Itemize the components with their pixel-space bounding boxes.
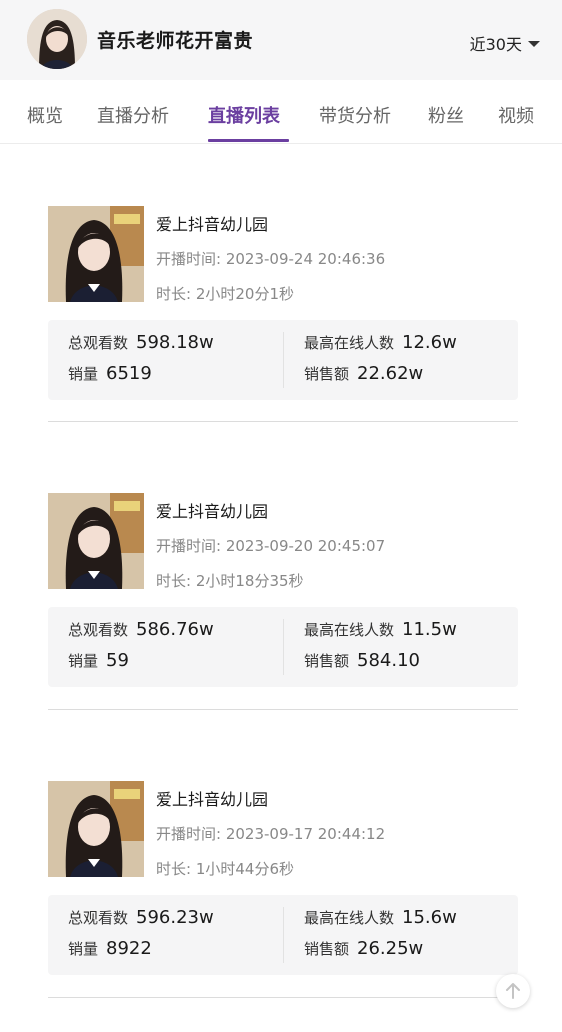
stat-views-value: 586.76w: [136, 619, 214, 640]
stat-sales-label: 销量: [68, 940, 99, 958]
profile-avatar[interactable]: [27, 9, 87, 69]
stat-peak: 最高在线人数 12.6w: [304, 332, 457, 353]
tab-live-analysis[interactable]: 直播分析: [97, 102, 169, 128]
stream-thumbnail: [48, 493, 144, 589]
stat-revenue-label: 销售额: [304, 365, 350, 383]
arrow-up-icon: [506, 983, 520, 999]
stream-start-time: 开播时间: 2023-09-24 20:46:36: [156, 250, 386, 268]
stream-start-time: 开播时间: 2023-09-20 20:45:07: [156, 537, 386, 555]
stream-duration: 时长: 2小时20分1秒: [156, 285, 294, 303]
tab-fans[interactable]: 粉丝: [428, 102, 464, 128]
stat-views-value: 598.18w: [136, 332, 214, 353]
stream-thumbnail-icon: [48, 781, 144, 877]
stat-views-label: 总观看数: [68, 334, 129, 352]
stream-start-time: 开播时间: 2023-09-17 20:44:12: [156, 825, 386, 843]
stat-sales: 销量 6519: [68, 363, 152, 384]
stream-thumbnail-icon: [48, 206, 144, 302]
stat-revenue-value: 584.10: [357, 650, 420, 671]
profile-header: 音乐老师花开富贵 近30天: [0, 0, 562, 80]
stream-thumbnail: [48, 206, 144, 302]
stat-peak-value: 11.5w: [402, 619, 457, 640]
stat-peak-value: 12.6w: [402, 332, 457, 353]
stream-thumbnail-icon: [48, 493, 144, 589]
stat-revenue: 销售额 584.10: [304, 650, 420, 671]
stat-peak: 最高在线人数 15.6w: [304, 907, 457, 928]
stream-card[interactable]: 爱上抖音幼儿园 开播时间: 2023-09-20 20:45:07 时长: 2小…: [48, 493, 518, 710]
tab-live-list[interactable]: 直播列表: [208, 102, 280, 128]
card-separator: [48, 997, 518, 998]
stats-divider: [283, 332, 284, 388]
stat-sales-value: 8922: [106, 938, 152, 959]
stat-views: 总观看数 586.76w: [68, 619, 214, 640]
tab-sales-analysis[interactable]: 带货分析: [319, 102, 391, 128]
stat-revenue-value: 22.62w: [357, 363, 424, 384]
card-separator: [48, 709, 518, 710]
stream-card[interactable]: 爱上抖音幼儿园 开播时间: 2023-09-24 20:46:36 时长: 2小…: [48, 206, 518, 422]
stat-peak-label: 最高在线人数: [304, 909, 395, 927]
stat-revenue-value: 26.25w: [357, 938, 424, 959]
stat-sales-label: 销量: [68, 652, 99, 670]
stat-revenue-label: 销售额: [304, 652, 350, 670]
stream-stats: 总观看数 596.23w 最高在线人数 15.6w 销量 8922 销售额 26.25w: [48, 895, 518, 975]
stat-peak: 最高在线人数 11.5w: [304, 619, 457, 640]
stream-duration: 时长: 2小时18分35秒: [156, 572, 304, 590]
tab-bar: 概览 直播分析 直播列表 带货分析 粉丝 视频: [0, 80, 562, 144]
stat-sales-value: 6519: [106, 363, 152, 384]
stat-peak-value: 15.6w: [402, 907, 457, 928]
stat-revenue: 销售额 26.25w: [304, 938, 423, 959]
stat-views-value: 596.23w: [136, 907, 214, 928]
stats-divider: [283, 907, 284, 963]
stat-sales: 销量 8922: [68, 938, 152, 959]
avatar-portrait-icon: [27, 9, 87, 69]
card-separator: [48, 421, 518, 422]
date-range-dropdown[interactable]: 近30天: [470, 31, 540, 55]
stat-peak-label: 最高在线人数: [304, 334, 395, 352]
chevron-down-icon: [528, 41, 540, 47]
stream-title: 爱上抖音幼儿园: [156, 502, 269, 521]
stat-views-label: 总观看数: [68, 909, 129, 927]
stat-sales-label: 销量: [68, 365, 99, 383]
stream-title: 爱上抖音幼儿园: [156, 215, 269, 234]
stat-revenue: 销售额 22.62w: [304, 363, 423, 384]
stat-revenue-label: 销售额: [304, 940, 350, 958]
stat-sales-value: 59: [106, 650, 129, 671]
stat-views: 总观看数 596.23w: [68, 907, 214, 928]
stat-peak-label: 最高在线人数: [304, 621, 395, 639]
stats-divider: [283, 619, 284, 675]
stat-views-label: 总观看数: [68, 621, 129, 639]
stat-views: 总观看数 598.18w: [68, 332, 214, 353]
tab-videos[interactable]: 视频: [498, 102, 534, 128]
profile-name: 音乐老师花开富贵: [97, 30, 254, 52]
stream-thumbnail: [48, 781, 144, 877]
stream-card[interactable]: 爱上抖音幼儿园 开播时间: 2023-09-17 20:44:12 时长: 1小…: [48, 781, 518, 998]
stream-stats: 总观看数 586.76w 最高在线人数 11.5w 销量 59 销售额 584.10: [48, 607, 518, 687]
stream-stats: 总观看数 598.18w 最高在线人数 12.6w 销量 6519 销售额 22.62w: [48, 320, 518, 400]
stream-duration: 时长: 1小时44分6秒: [156, 860, 294, 878]
scroll-to-top-button[interactable]: [496, 974, 530, 1008]
date-range-label: 近30天: [469, 35, 522, 54]
active-tab-indicator: [208, 139, 289, 142]
stream-title: 爱上抖音幼儿园: [156, 790, 269, 809]
stat-sales: 销量 59: [68, 650, 129, 671]
tab-overview[interactable]: 概览: [27, 102, 63, 128]
